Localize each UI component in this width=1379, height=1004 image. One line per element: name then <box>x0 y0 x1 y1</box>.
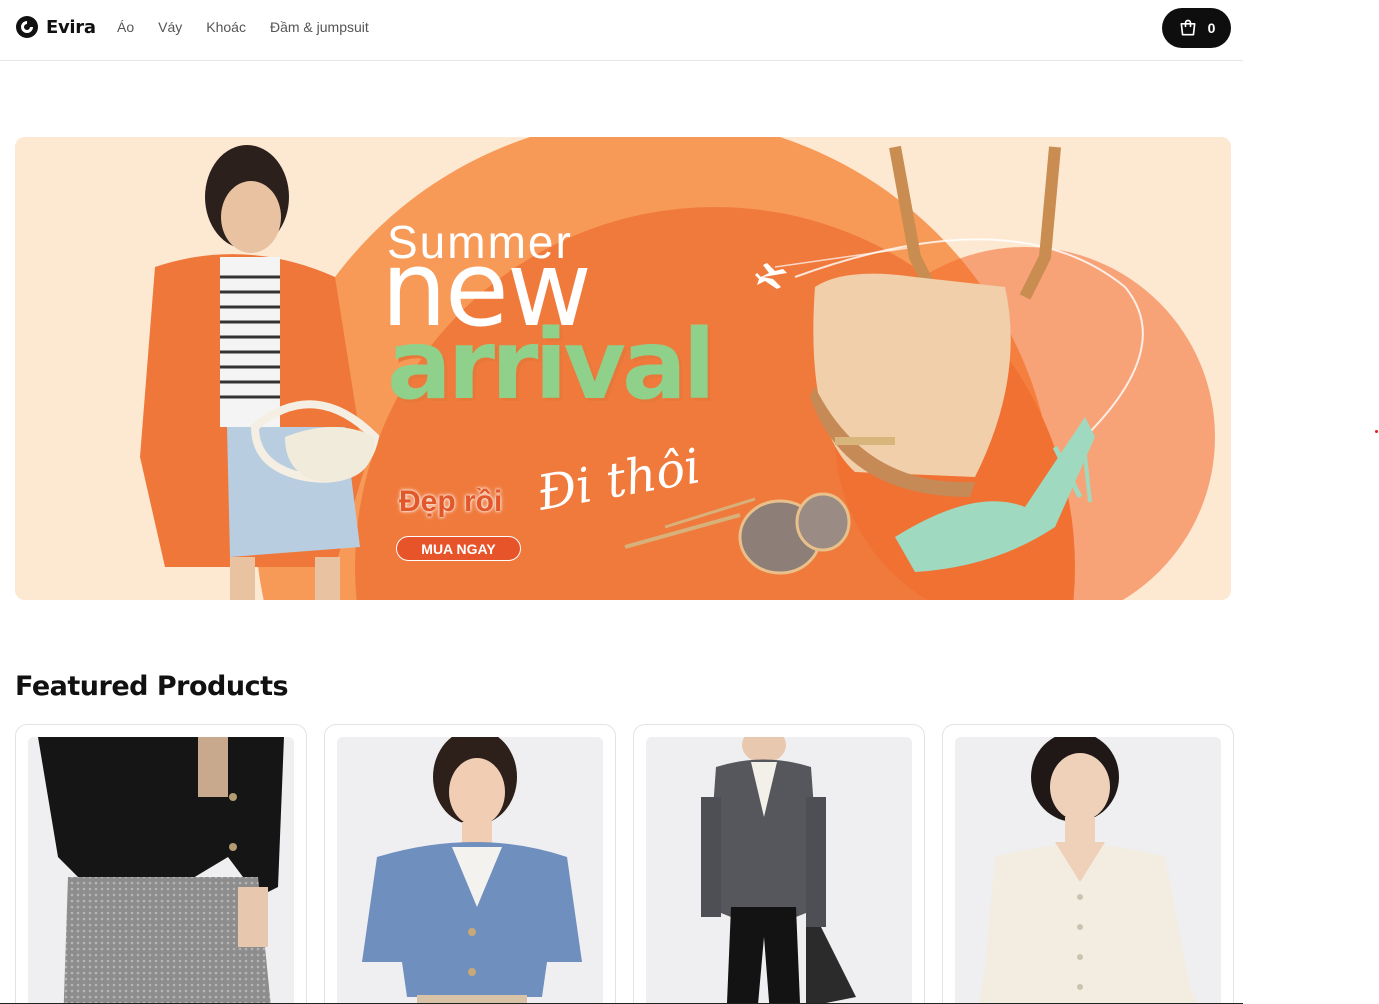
site-header: Evira Áo Váy Khoác Đầm & jumpsuit 0 <box>0 0 1243 61</box>
product-image[interactable] <box>955 737 1221 1003</box>
product-card[interactable] <box>633 724 925 1003</box>
product-image[interactable] <box>337 737 603 1003</box>
banner-headline-arrival: arrival <box>387 309 716 421</box>
product-photo-black-blazer <box>28 737 294 1003</box>
product-card[interactable] <box>942 724 1234 1003</box>
banner-tagline: Đẹp rồi <box>399 485 503 518</box>
product-card[interactable] <box>324 724 616 1003</box>
shop-now-button[interactable]: MUA NGAY <box>396 536 521 561</box>
nav-item-vay[interactable]: Váy <box>158 19 182 35</box>
brand-logo[interactable]: Evira <box>15 15 96 39</box>
logo-icon <box>16 16 38 38</box>
product-photo-grey-blazer <box>646 737 912 1003</box>
brand-name: Evira <box>46 16 96 38</box>
shopping-bag-icon <box>1180 19 1196 36</box>
featured-products-title: Featured Products <box>15 671 289 702</box>
product-image[interactable] <box>646 737 912 1003</box>
nav-item-dam-jumpsuit[interactable]: Đầm & jumpsuit <box>270 19 369 35</box>
cart-count: 0 <box>1207 20 1216 36</box>
nav-item-khoac[interactable]: Khoác <box>206 19 246 35</box>
product-photo-cream-shirt <box>955 737 1221 1003</box>
nav-item-ao[interactable]: Áo <box>117 19 134 35</box>
cart-button[interactable]: 0 <box>1162 8 1231 48</box>
product-photo-blue-blazer <box>337 737 603 1003</box>
main-nav: Áo Váy Khoác Đầm & jumpsuit <box>117 19 369 35</box>
red-dot-marker <box>1375 430 1378 433</box>
product-card[interactable] <box>15 724 307 1003</box>
page: Evira Áo Váy Khoác Đầm & jumpsuit 0 Summ… <box>0 0 1243 1004</box>
product-grid <box>15 724 1234 1003</box>
product-image[interactable] <box>28 737 294 1003</box>
hero-banner[interactable]: Summer new arrival Đẹp rồi Đi thôi MUA N… <box>15 137 1231 600</box>
